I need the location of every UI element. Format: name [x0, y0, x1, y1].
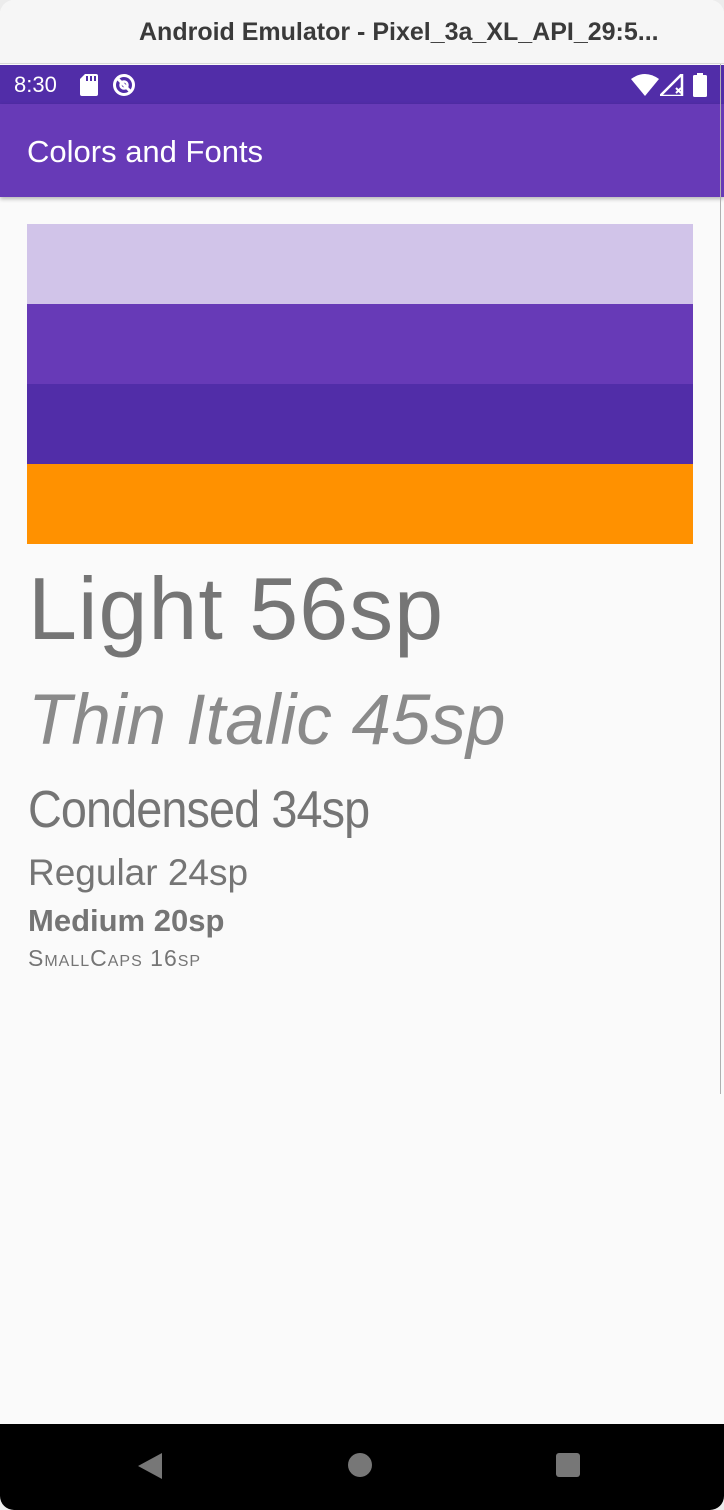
sync-icon — [113, 74, 135, 96]
text-thin-italic-45sp: Thin Italic 45sp — [28, 681, 506, 760]
window-title: Android Emulator - Pixel_3a_XL_API_29:5.… — [139, 18, 659, 46]
text-light-56sp: Light 56sp — [28, 559, 445, 658]
status-time: 8:30 — [14, 72, 57, 97]
swatch-primary-light — [27, 224, 693, 304]
recents-icon[interactable] — [555, 1452, 581, 1478]
text-regular-24sp: Regular 24sp — [28, 852, 249, 893]
window-titlebar[interactable]: Android Emulator - Pixel_3a_XL_API_29:5.… — [0, 0, 724, 64]
battery-icon — [693, 73, 707, 97]
text-smallcaps-16sp: SmallCaps 16sp — [28, 945, 202, 971]
signal-icon — [660, 74, 684, 96]
emulator-window: Android Emulator - Pixel_3a_XL_API_29:5.… — [0, 0, 724, 1510]
app-bar-title: Colors and Fonts — [27, 134, 264, 169]
home-icon[interactable] — [347, 1452, 373, 1478]
swatch-primary — [27, 304, 693, 384]
wifi-icon — [631, 74, 659, 96]
back-icon[interactable] — [136, 1451, 164, 1481]
text-medium-20sp: Medium 20sp — [28, 903, 225, 938]
sd-card-icon — [80, 74, 98, 96]
text-condensed-34sp: Condensed 34sp — [28, 781, 370, 839]
app-bar: Colors and Fonts — [0, 104, 724, 197]
swatch-accent — [27, 464, 693, 544]
navigation-bar — [0, 1424, 724, 1510]
status-bar: 8:30 — [0, 65, 724, 104]
swatch-primary-dark — [27, 384, 693, 464]
window-edge — [720, 64, 721, 1094]
